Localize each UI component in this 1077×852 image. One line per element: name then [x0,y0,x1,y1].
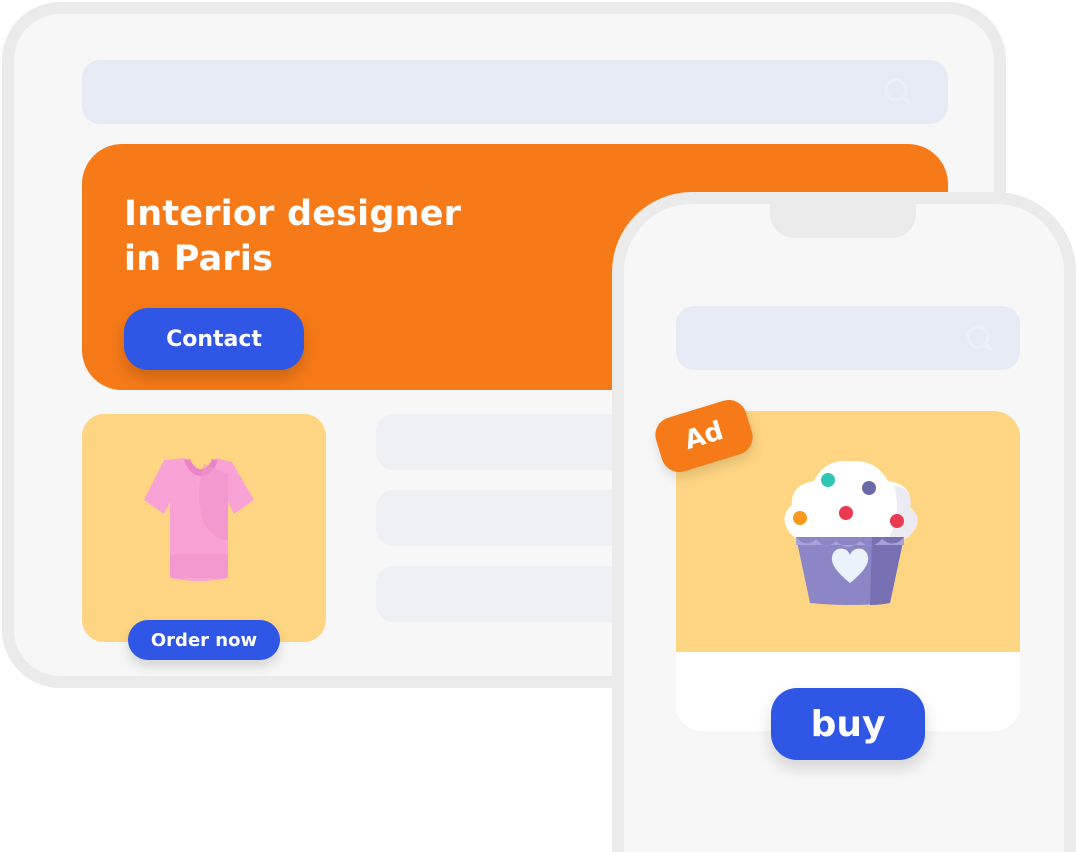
order-now-button[interactable]: Order now [128,620,280,660]
buy-button[interactable]: buy [771,688,925,760]
search-bar[interactable] [82,60,948,124]
hero-title-line-2: in Paris [124,239,274,279]
phone-notch [770,192,916,238]
contact-button[interactable]: Contact [124,308,304,370]
product-card[interactable] [82,414,326,642]
search-icon[interactable] [964,323,994,353]
hero-title-line-1: Interior designer [124,194,462,234]
cupcake-icon [776,455,926,611]
phone-search-bar[interactable] [676,306,1020,370]
hero-title: Interior designer in Paris [124,192,544,282]
ad-product-card[interactable] [676,411,1020,731]
search-icon[interactable] [882,76,912,106]
tshirt-icon [138,454,268,588]
